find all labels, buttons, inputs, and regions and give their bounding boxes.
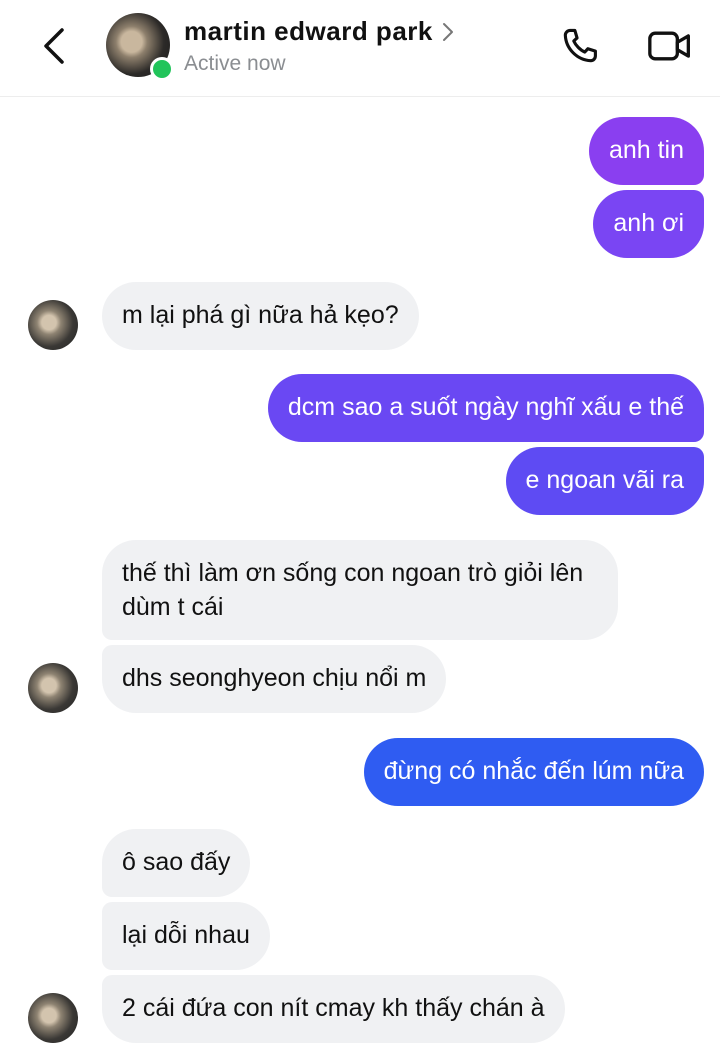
avatar[interactable] — [28, 993, 78, 1043]
received-message[interactable]: m lại phá gì nữa hả kẹo? — [102, 282, 419, 350]
avatar[interactable] — [28, 300, 78, 350]
back-button[interactable] — [36, 20, 80, 72]
contact-avatar[interactable] — [106, 13, 174, 81]
chevron-right-icon — [442, 22, 453, 41]
phone-icon — [563, 28, 597, 63]
sent-message[interactable]: e ngoan vãi ra — [505, 447, 704, 515]
received-message[interactable]: ô sao đấy — [102, 829, 251, 897]
sent-message[interactable]: anh tin — [588, 117, 704, 185]
contact-name: martin edward park — [184, 16, 433, 46]
received-message[interactable]: thế thì làm ơn sống con ngoan trò giỏi l… — [102, 540, 618, 640]
sent-message[interactable]: dcm sao a suốt ngày nghĩ xấu e thế — [267, 374, 704, 442]
video-camera-icon — [648, 31, 690, 61]
received-message[interactable]: dhs seonghyeon chịu nổi m — [102, 645, 447, 713]
sent-message[interactable]: anh ơi — [593, 190, 704, 258]
call-button[interactable] — [558, 24, 602, 68]
received-message[interactable]: lại dỗi nhau — [102, 902, 270, 970]
back-arrow-icon — [44, 28, 64, 64]
avatar[interactable] — [28, 663, 78, 713]
received-message[interactable]: 2 cái đứa con nít cmay kh thấy chán à — [102, 975, 565, 1043]
chat-header: martin edward park Active now — [0, 0, 720, 97]
active-status: Active now — [184, 52, 286, 75]
sent-message[interactable]: đừng có nhắc đến lúm nữa — [363, 738, 704, 806]
contact-name-row[interactable]: martin edward park — [184, 16, 455, 47]
online-indicator — [150, 57, 174, 81]
video-call-button[interactable] — [646, 24, 694, 68]
